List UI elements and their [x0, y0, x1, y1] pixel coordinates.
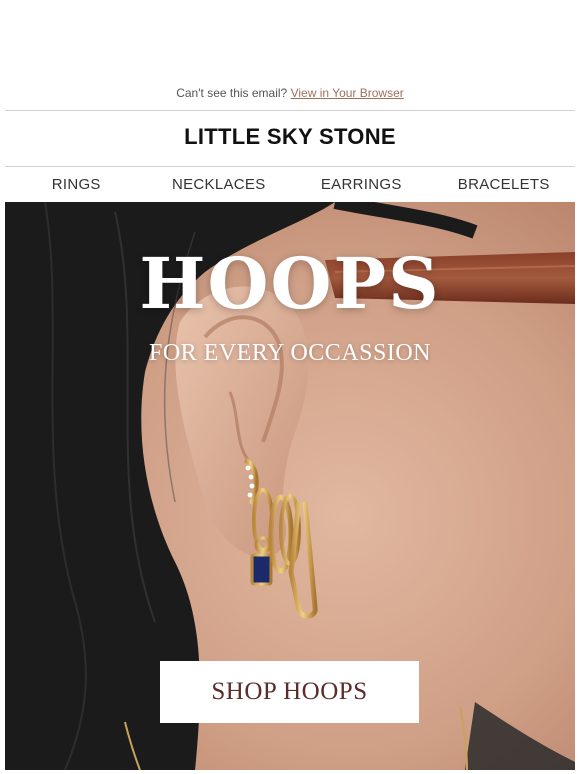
preheader-text: Can't see this email? [176, 86, 288, 100]
nav-item-rings[interactable]: RINGS [5, 176, 148, 193]
shop-hoops-button[interactable]: SHOP HOOPS [160, 661, 419, 723]
top-divider [5, 110, 575, 111]
sapphire-charm [250, 553, 273, 586]
hero-subtitle: FOR EVERY OCCASSION [149, 340, 431, 366]
nav-item-earrings[interactable]: EARRINGS [290, 176, 433, 193]
view-in-browser-link[interactable]: View in Your Browser [291, 86, 404, 100]
hero-banner[interactable]: HOOPS FOR EVERY OCCASSION SHOP HOOPS [5, 202, 575, 770]
nav-item-necklaces[interactable]: NECKLACES [148, 176, 291, 193]
hero-title: HOOPS [139, 242, 441, 325]
nav-item-bracelets[interactable]: BRACELETS [433, 176, 576, 193]
brand-logo[interactable]: LITTLE SKY STONE [0, 124, 580, 150]
category-nav: RINGS NECKLACES EARRINGS BRACELETS [5, 167, 575, 201]
preheader: Can't see this email? View in Your Brows… [0, 86, 580, 100]
